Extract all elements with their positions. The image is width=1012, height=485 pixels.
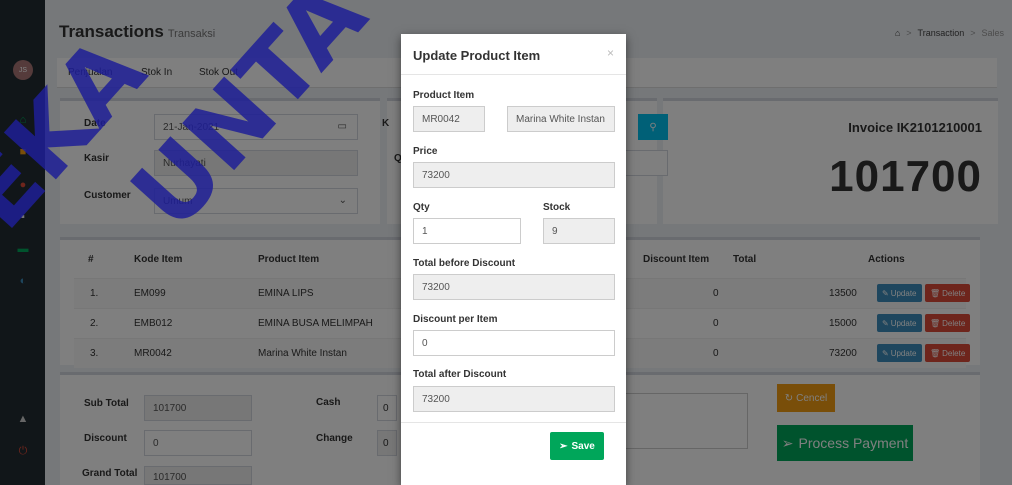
total-after-input: 73200: [413, 386, 615, 412]
modal-footer-divider: [401, 422, 626, 423]
close-icon[interactable]: ×: [607, 46, 614, 60]
price-label: Price: [413, 146, 438, 157]
product-item-label: Product Item: [413, 90, 475, 101]
stock-label: Stock: [543, 202, 571, 213]
total-before-input: 73200: [413, 274, 615, 300]
modal-divider: [401, 74, 626, 75]
qty-input[interactable]: 1: [413, 218, 521, 244]
product-name-input: Marina White Instan: [507, 106, 615, 132]
stock-input: 9: [543, 218, 615, 244]
modal-title: Update Product Item: [413, 48, 541, 63]
product-code-input: MR0042: [413, 106, 485, 132]
discount-item-label: Discount per Item: [413, 314, 498, 325]
save-button[interactable]: ➢ Save: [550, 432, 604, 460]
qty-label: Qty: [413, 202, 430, 213]
total-after-label: Total after Discount: [413, 369, 507, 380]
price-input: 73200: [413, 162, 615, 188]
total-before-label: Total before Discount: [413, 258, 516, 269]
paper-plane-icon: ➢: [559, 440, 568, 452]
update-product-modal: Update Product Item × Product Item MR004…: [401, 34, 626, 485]
discount-item-input[interactable]: 0: [413, 330, 615, 356]
